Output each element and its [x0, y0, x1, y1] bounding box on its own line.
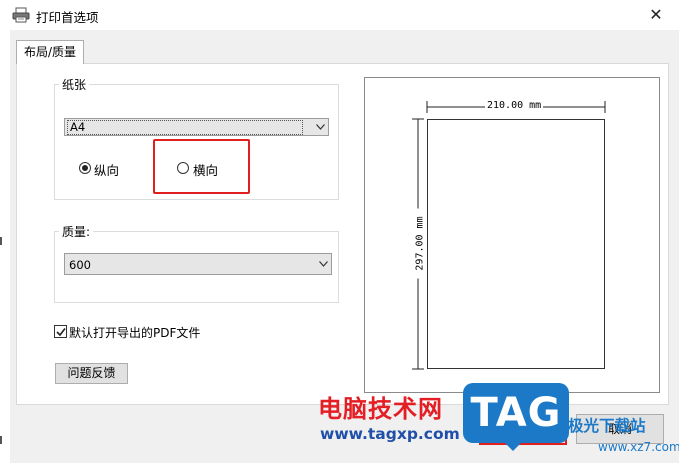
- watermark-site-url: www.tagxp.com: [320, 425, 460, 443]
- tag-logo: TAG: [463, 383, 569, 451]
- watermark-second-site: 极光下载站: [568, 417, 646, 435]
- watermark-second-url: www.xz7.com: [598, 440, 679, 454]
- paper-width-label: 210.00 mm: [485, 100, 544, 111]
- watermark-site-name: 电脑技术网: [318, 395, 443, 423]
- tag-logo-text: TAG: [470, 390, 562, 436]
- tab-layout-quality[interactable]: 布局/质量: [16, 40, 84, 64]
- paper-preview: [427, 119, 605, 369]
- paper-height-label: 297.00 mm: [414, 208, 426, 279]
